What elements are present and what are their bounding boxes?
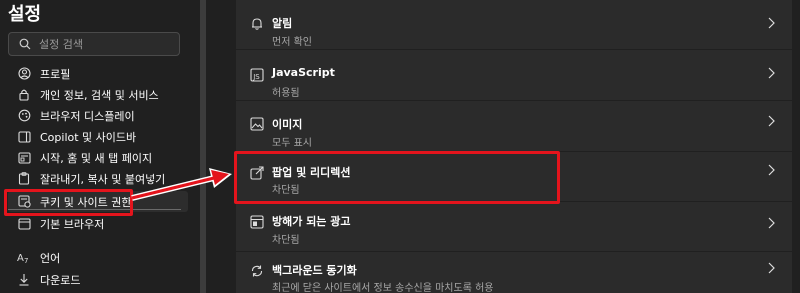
setting-title: JavaScript [272, 66, 335, 79]
image-icon [250, 116, 264, 131]
sidebar-item-downloads[interactable]: 다운로드 [8, 269, 188, 290]
sidebar-item-label: 언어 [40, 251, 61, 265]
search-placeholder: 설정 검색 [39, 38, 83, 51]
language-icon: A7 [16, 250, 32, 266]
download-icon [16, 272, 32, 288]
active-indicator [8, 209, 181, 210]
display-icon [16, 108, 32, 124]
sidebar-item-label: 기본 브라우저 [40, 217, 105, 231]
sidebar-item-label: 시작, 홈 및 새 탭 페이지 [40, 151, 153, 165]
setting-row-popups[interactable]: 팝업 및 리디렉션 차단됨 [236, 152, 792, 201]
svg-text:JS: JS [252, 73, 260, 81]
sidebar-item-language[interactable]: A7 언어 [8, 247, 188, 268]
profile-icon [16, 66, 32, 82]
clipboard-icon [16, 171, 32, 187]
sidebar-item-label: 개인 정보, 검색 및 서비스 [40, 88, 159, 102]
lock-icon [16, 87, 32, 103]
page-title: 설정 [8, 4, 42, 25]
sidebar-icon [16, 129, 32, 145]
javascript-icon: JS [250, 67, 264, 82]
cookie-icon [16, 194, 32, 210]
svg-text:A: A [17, 253, 24, 264]
sidebar-item-clipboard[interactable]: 잘라내기, 복사 및 붙여넣기 [8, 168, 188, 189]
setting-row-notifications[interactable]: 알림 먼저 확인 [236, 0, 792, 49]
setting-title: 이미지 [272, 118, 303, 131]
setting-row-background-sync[interactable]: 백그라운드 동기화 최근에 닫은 사이트에서 정보 송수신을 마치도록 허용 [236, 252, 792, 293]
sidebar-item-label: 다운로드 [40, 273, 81, 287]
sidebar-item-copilot[interactable]: Copilot 및 사이드바 [8, 126, 188, 147]
sidebar-item-label: 쿠키 및 사이트 권한 [40, 195, 132, 209]
settings-sidebar: 설정 설정 검색 프로필 개인 정보, 검색 및 서비스 브라우저 디스플레이 … [0, 0, 200, 293]
site-permissions-list: 알림 먼저 확인 JS JavaScript 허용됨 이미지 모두 표시 팝업 … [236, 0, 792, 293]
setting-title: 백그라운드 동기화 [272, 264, 357, 277]
setting-row-images[interactable]: 이미지 모두 표시 [236, 101, 792, 151]
setting-title: 알림 [272, 17, 293, 30]
sidebar-item-profile[interactable]: 프로필 [8, 63, 188, 84]
setting-title: 방해가 되는 광고 [272, 215, 351, 228]
sidebar-item-start-home[interactable]: 시작, 홈 및 새 탭 페이지 [8, 147, 188, 168]
sidebar-item-privacy[interactable]: 개인 정보, 검색 및 서비스 [8, 84, 188, 105]
sidebar-item-display[interactable]: 브라우저 디스플레이 [8, 105, 188, 126]
setting-status: 먼저 확인 [272, 37, 312, 48]
bell-icon [250, 16, 264, 30]
browser-icon [16, 216, 32, 232]
sidebar-item-default-browser[interactable]: 기본 브라우저 [8, 213, 188, 234]
sync-icon [250, 263, 264, 277]
ads-icon [250, 214, 264, 229]
search-input[interactable]: 설정 검색 [8, 32, 180, 56]
chevron-right-icon [766, 162, 776, 176]
setting-status: 허용됨 [272, 88, 300, 99]
setting-row-javascript[interactable]: JS JavaScript 허용됨 [236, 50, 792, 100]
setting-title: 팝업 및 리디렉션 [272, 166, 351, 179]
setting-status: 차단됨 [272, 235, 300, 246]
pane-divider [200, 0, 206, 293]
chevron-right-icon [766, 215, 776, 229]
chevron-right-icon [766, 260, 776, 274]
popup-icon [250, 165, 264, 180]
setting-status: 최근에 닫은 사이트에서 정보 송수신을 마치도록 허용 [272, 283, 494, 293]
chevron-right-icon [766, 113, 776, 127]
setting-status: 차단됨 [272, 185, 300, 196]
svg-text:7: 7 [24, 257, 28, 264]
sidebar-item-label: 브라우저 디스플레이 [40, 109, 135, 123]
chevron-right-icon [766, 65, 776, 79]
sidebar-item-label: Copilot 및 사이드바 [40, 130, 137, 144]
setting-status: 모두 표시 [272, 138, 312, 149]
search-icon [19, 38, 31, 50]
home-icon [16, 150, 32, 166]
sidebar-item-label: 잘라내기, 복사 및 붙여넣기 [40, 172, 166, 186]
chevron-right-icon [766, 15, 776, 29]
sidebar-item-label: 프로필 [40, 67, 71, 81]
setting-row-intrusive-ads[interactable]: 방해가 되는 광고 차단됨 [236, 202, 792, 251]
